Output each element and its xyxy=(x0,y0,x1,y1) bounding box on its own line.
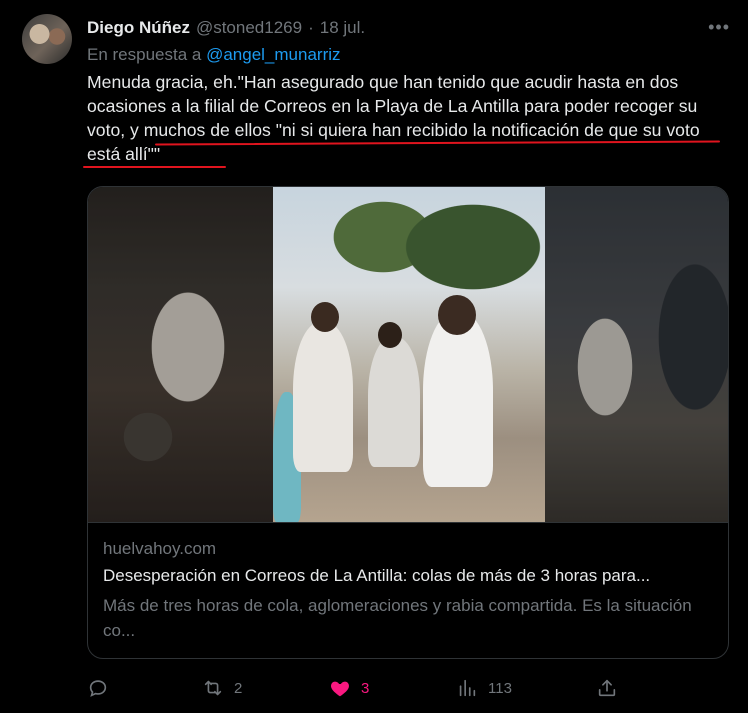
avatar[interactable] xyxy=(22,14,72,64)
person-head xyxy=(438,295,476,335)
annotation-underline-2 xyxy=(83,166,226,168)
retweet-count: 2 xyxy=(234,679,243,697)
tweet-date[interactable]: 18 jul. xyxy=(320,18,365,38)
person-figure xyxy=(368,337,420,467)
person-figure xyxy=(293,322,353,472)
like-count: 3 xyxy=(361,679,370,697)
video-frame xyxy=(273,187,545,522)
views-icon xyxy=(459,679,476,697)
link-card[interactable]: huelvahoy.com Desesperación en Correos d… xyxy=(87,186,729,659)
retweet-icon xyxy=(204,680,222,696)
person-head xyxy=(378,322,402,348)
action-bar: 2 3 113 xyxy=(87,673,727,703)
user-handle[interactable]: @stoned1269 xyxy=(196,18,302,38)
card-headline[interactable]: Desesperación en Correos de La Antilla: … xyxy=(103,566,650,586)
view-count: 113 xyxy=(488,679,512,697)
share-button[interactable] xyxy=(596,673,618,703)
person-figure xyxy=(423,312,493,487)
card-description: Más de tres horas de cola, aglomeracione… xyxy=(103,596,692,640)
display-name[interactable]: Diego Núñez xyxy=(87,18,190,38)
blurred-right-panel xyxy=(545,187,728,522)
reply-icon xyxy=(89,680,107,697)
card-video-thumbnail[interactable] xyxy=(88,187,728,522)
reply-to-link[interactable]: @angel_munarriz xyxy=(206,45,340,64)
like-icon xyxy=(331,681,349,697)
card-domain: huelvahoy.com xyxy=(103,539,217,558)
tweet-header: Diego Núñez @stoned1269 · 18 jul. xyxy=(87,17,365,39)
blurred-left-panel xyxy=(88,187,273,522)
tweet-text: Menuda gracia, eh."Han asegurado que han… xyxy=(87,72,700,164)
like-button[interactable]: 3 xyxy=(329,673,369,703)
share-icon xyxy=(598,679,616,697)
views-button[interactable]: 113 xyxy=(456,673,512,703)
more-icon[interactable]: ••• xyxy=(708,17,730,38)
reply-context: En respuesta a @angel_munarriz xyxy=(87,45,341,65)
person-head xyxy=(311,302,339,332)
retweet-button[interactable]: 2 xyxy=(202,673,242,703)
separator-dot: · xyxy=(308,18,314,37)
reply-prefix: En respuesta a xyxy=(87,45,207,64)
reply-button[interactable] xyxy=(87,673,119,703)
card-meta[interactable]: huelvahoy.com Desesperación en Correos d… xyxy=(88,522,728,658)
